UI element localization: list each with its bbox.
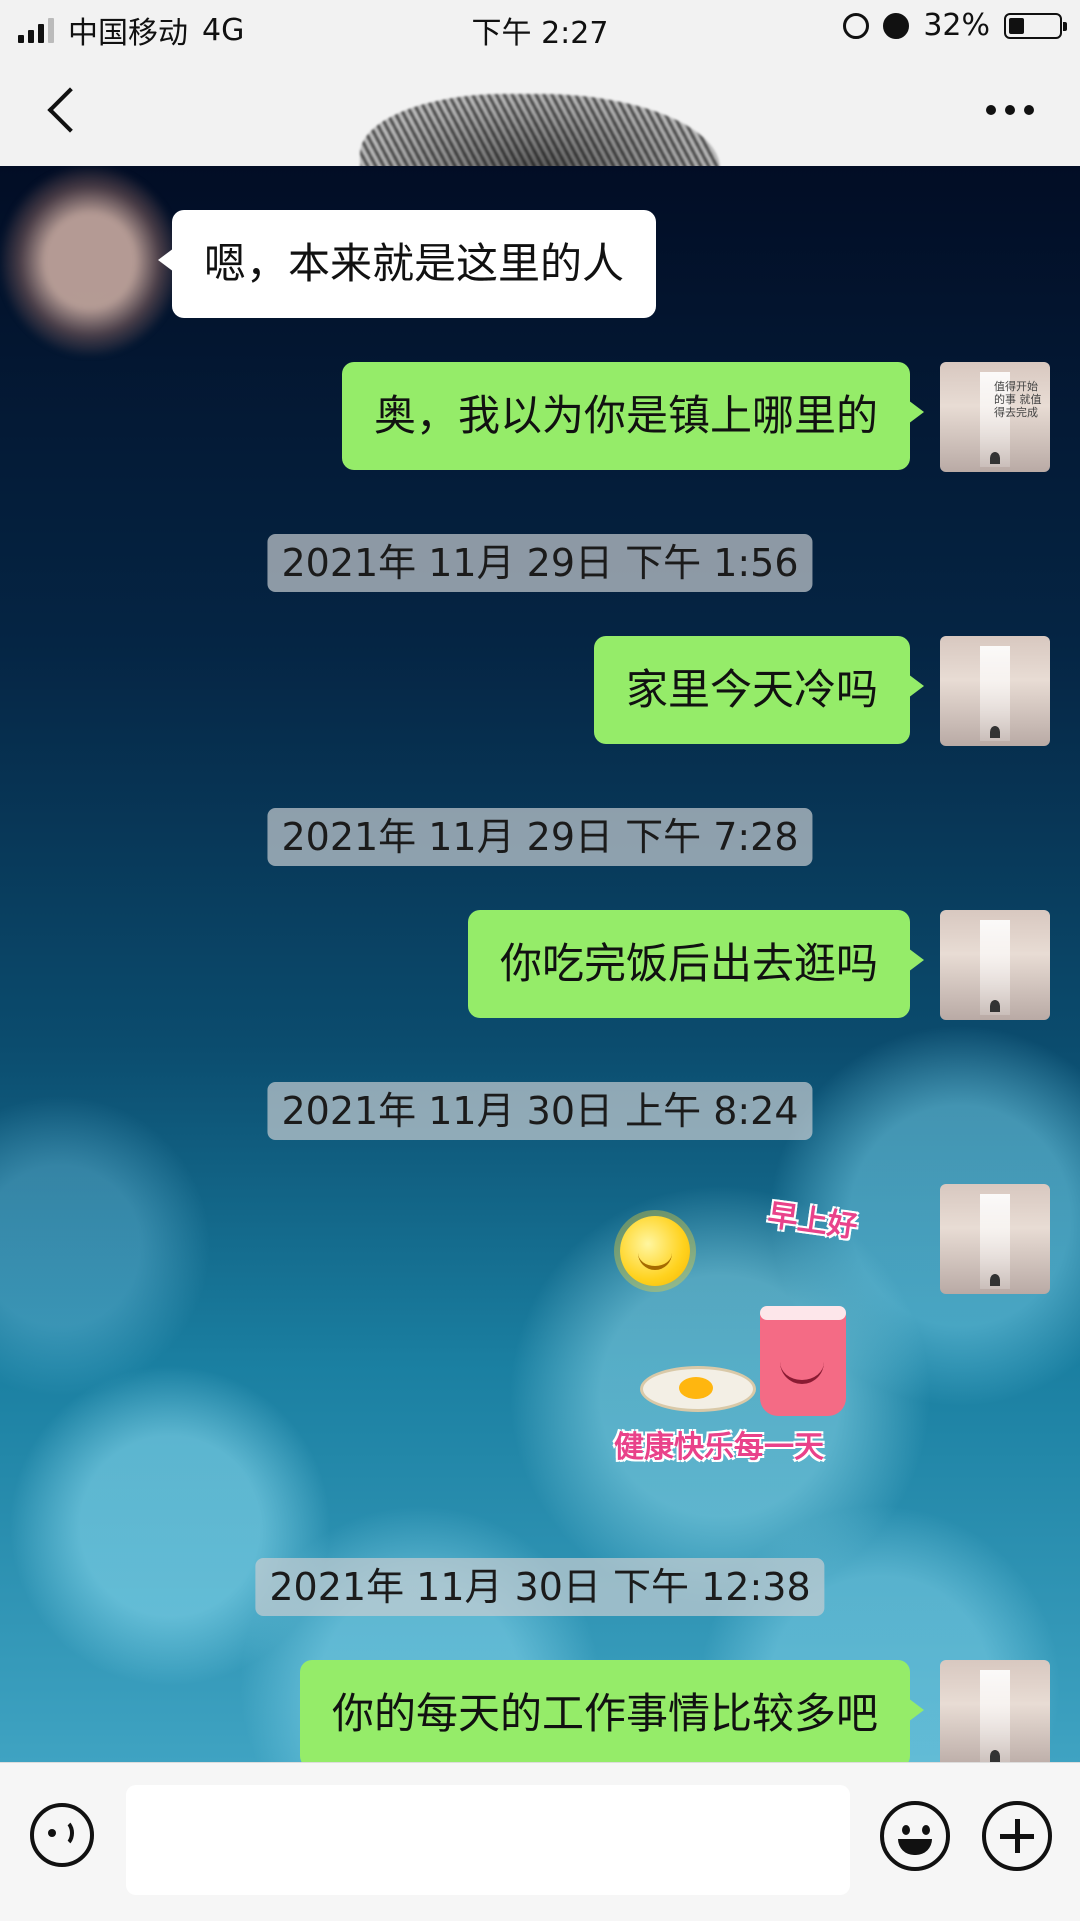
self-avatar[interactable]: 值得开始的事 就值得去完成: [940, 362, 1050, 472]
emoji-icon: [902, 1825, 910, 1835]
cup-icon: [760, 1306, 846, 1416]
outgoing-message[interactable]: 你吃完饭后出去逛吗: [467, 910, 925, 1018]
sun-icon: [620, 1216, 690, 1286]
more-functions-button[interactable]: [982, 1801, 1052, 1871]
chat-area[interactable]: 嗯，本来就是这里的人 奥，我以为你是镇上哪里的 值得开始的事 就值得去完成 20…: [0, 166, 1080, 1762]
message-input[interactable]: [126, 1785, 850, 1895]
clock: 下午 2:27: [471, 16, 609, 51]
message-text: 奥，我以为你是镇上哪里的: [373, 391, 878, 440]
sticker-greeting: 早上好: [765, 1197, 860, 1246]
timestamp: 2021年 11月 30日 上午 8:24: [267, 1082, 813, 1140]
self-avatar[interactable]: [940, 910, 1050, 1020]
sticker-message[interactable]: 早上好 健康快乐每一天: [600, 1196, 900, 1496]
chat-header: [0, 54, 1080, 244]
status-bar: 中国移动 4G 下午 2:27 32%: [0, 0, 1080, 54]
self-avatar[interactable]: [940, 1184, 1050, 1294]
input-bar: [0, 1762, 1080, 1921]
battery-icon: [1004, 12, 1067, 39]
timestamp: 2021年 11月 29日 下午 1:56: [267, 534, 813, 592]
avatar-caption: 值得开始的事 就值得去完成: [994, 380, 1042, 419]
message-text: 你的每天的工作事情比较多吧: [331, 1689, 878, 1738]
back-button[interactable]: [40, 82, 96, 138]
emoji-button[interactable]: [880, 1801, 950, 1871]
rotation-lock-icon: [843, 12, 870, 39]
self-avatar[interactable]: [940, 1660, 1050, 1762]
alarm-icon: [883, 12, 910, 39]
message-text: 你吃完饭后出去逛吗: [499, 939, 878, 988]
message-text: 家里今天冷吗: [625, 665, 878, 714]
timestamp: 2021年 11月 30日 下午 12:38: [255, 1558, 825, 1616]
voice-button[interactable]: [30, 1803, 94, 1867]
self-avatar[interactable]: [940, 636, 1050, 746]
sticker-caption: 健康快乐每一天: [614, 1430, 824, 1465]
more-options-button[interactable]: [980, 90, 1040, 130]
fried-egg-icon: [640, 1366, 756, 1412]
outgoing-message[interactable]: 你的每天的工作事情比较多吧: [299, 1660, 925, 1762]
incoming-message[interactable]: 嗯，本来就是这里的人: [157, 210, 657, 318]
message-text: 嗯，本来就是这里的人: [204, 239, 625, 288]
battery-percent: 32%: [923, 8, 990, 43]
outgoing-message[interactable]: 奥，我以为你是镇上哪里的: [341, 362, 925, 470]
outgoing-message[interactable]: 家里今天冷吗: [593, 636, 925, 744]
contact-avatar[interactable]: [0, 166, 180, 356]
timestamp: 2021年 11月 29日 下午 7:28: [267, 808, 813, 866]
more-dots-icon: [986, 105, 996, 115]
